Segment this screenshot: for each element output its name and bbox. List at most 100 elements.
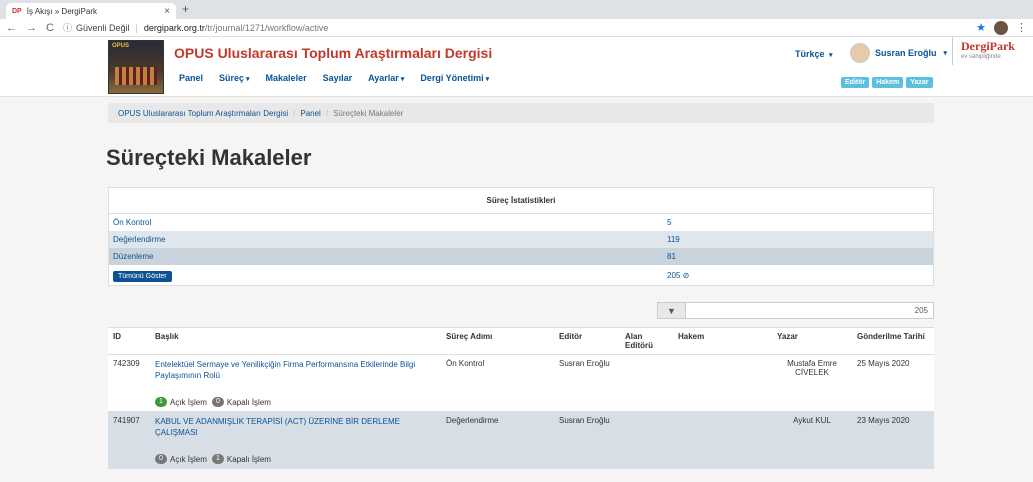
bookmark-star-icon[interactable]: ★ xyxy=(976,21,986,34)
browser-actions: ★ ⋮ xyxy=(976,20,1027,35)
closed-count-badge: 0 xyxy=(211,397,224,407)
role-author-button[interactable]: Yazar xyxy=(906,77,933,88)
closed-label: Kapalı İşlem xyxy=(226,397,271,407)
stats-row[interactable]: Değerlendirme 119 xyxy=(109,231,933,248)
nav-panel-label: Panel xyxy=(179,73,204,83)
main-nav: Panel Süreç ▾ Makaleler Sayılar Ayarlar ▾ … xyxy=(179,73,489,83)
column-header-editor[interactable]: Editör xyxy=(554,328,620,354)
stats-label: Değerlendirme xyxy=(113,235,166,244)
stats-row[interactable]: Ön Kontrol 5 xyxy=(109,214,933,231)
cell-date: 25 Mayıs 2020 xyxy=(857,359,910,368)
cell-id: 742309 xyxy=(113,359,140,368)
open-label: Açık İşlem xyxy=(170,454,207,464)
info-icon[interactable]: ⓘ xyxy=(63,21,72,34)
journal-title[interactable]: OPUS Uluslararası Toplum Araştırmaları D… xyxy=(174,45,492,61)
browser-menu-icon[interactable]: ⋮ xyxy=(1016,21,1027,34)
nav-articles-label: Makaleler xyxy=(265,73,307,83)
table-filter: ▼ 205 xyxy=(657,302,934,319)
dergipark-logo[interactable]: DergiPark ev sahipliğinde xyxy=(952,37,1033,65)
url-separator: | xyxy=(135,22,138,33)
page-title: Süreçteki Makaleler xyxy=(106,145,312,170)
cell-field-editor xyxy=(620,355,673,411)
language-dropdown[interactable]: Türkçe ▾ xyxy=(795,49,833,59)
chevron-down-icon: ▾ xyxy=(943,50,948,57)
journal-logo[interactable]: OPUS xyxy=(108,40,164,94)
column-header-reviewer[interactable]: Hakem xyxy=(673,328,772,354)
address-bar: ← → C ⓘ Güvenli Değil | dergipark.org.tr… xyxy=(0,19,1033,37)
chevron-down-icon: ▾ xyxy=(829,52,833,59)
nav-process[interactable]: Süreç ▾ xyxy=(219,73,250,83)
nav-settings-label: Ayarlar xyxy=(368,73,399,83)
cell-id: 741907 xyxy=(113,416,140,425)
nav-issues-label: Sayılar xyxy=(322,73,353,83)
cell-editor: Susran Eroğlu xyxy=(559,359,610,368)
nav-issues[interactable]: Sayılar xyxy=(323,73,353,83)
breadcrumb-panel[interactable]: Panel xyxy=(300,109,320,118)
nav-journal-management[interactable]: Dergi Yönetimi ▾ xyxy=(420,73,489,83)
cell-reviewer xyxy=(673,355,772,411)
table-row[interactable]: 741907 KABUL VE ADANMIŞLIK TERAPİSİ (ACT… xyxy=(108,412,934,469)
back-icon[interactable]: ← xyxy=(6,22,17,34)
open-count-badge: 0 xyxy=(155,454,167,464)
browser-tab-bar: DP İş Akışı » DergiPark × + xyxy=(0,0,1033,19)
role-reviewer-button[interactable]: Hakem xyxy=(872,77,904,88)
column-header-author[interactable]: Yazar xyxy=(772,328,852,354)
stats-label: Düzenleme xyxy=(113,252,154,261)
stats-total: 205 ⊘ xyxy=(665,271,689,280)
nav-articles[interactable]: Makaleler xyxy=(266,73,307,83)
stats-total-value: 205 xyxy=(667,270,681,280)
closed-count-badge: 1 xyxy=(211,454,224,464)
column-header-step[interactable]: Süreç Adımı xyxy=(441,328,554,354)
stats-label: Ön Kontrol xyxy=(113,218,152,227)
cell-reviewer xyxy=(673,412,772,468)
forward-icon[interactable]: → xyxy=(26,22,37,34)
table-row[interactable]: 742309 Entelektüel Sermaye ve Yenilikçiğ… xyxy=(108,355,934,412)
reload-icon[interactable]: C xyxy=(46,22,54,34)
url-field[interactable]: ⓘ Güvenli Değil | dergipark.org.tr /tr/j… xyxy=(63,21,328,34)
breadcrumb-journal[interactable]: OPUS Uluslararası Toplum Araştırmaları D… xyxy=(118,109,288,118)
show-all-button[interactable]: Tümünü Göster xyxy=(113,270,172,282)
chevron-down-icon: ▾ xyxy=(485,76,490,83)
tab-close-icon[interactable]: × xyxy=(164,6,170,17)
nav-settings[interactable]: Ayarlar ▾ xyxy=(368,73,404,83)
breadcrumb-current: Süreçteki Makaleler xyxy=(333,108,404,118)
filter-icon[interactable]: ▼ xyxy=(657,302,686,319)
stats-value: 119 xyxy=(667,235,680,244)
nav-panel[interactable]: Panel xyxy=(179,73,203,83)
browser-tab[interactable]: DP İş Akışı » DergiPark × xyxy=(6,3,176,19)
profile-avatar-icon[interactable] xyxy=(994,20,1008,35)
column-header-date[interactable]: Gönderilme Tarihi xyxy=(852,328,934,354)
chevron-down-icon: ▾ xyxy=(400,76,405,83)
article-title-link[interactable]: KABUL VE ADANMIŞLIK TERAPİSİ (ACT) ÜZERİ… xyxy=(155,416,436,438)
role-editor-button[interactable]: Editör xyxy=(841,77,870,88)
stats-value: 81 xyxy=(667,252,676,261)
column-header-title[interactable]: Başlık xyxy=(150,328,441,354)
language-label: Türkçe xyxy=(795,49,825,59)
breadcrumb-separator: / xyxy=(293,108,296,118)
nav-journal-management-label: Dergi Yönetimi xyxy=(420,73,484,83)
journal-logo-text: OPUS xyxy=(112,43,130,49)
article-title-link[interactable]: Entelektüel Sermaye ve Yenilikçiğin Firm… xyxy=(155,359,436,381)
stats-title: Süreç İstatistikleri xyxy=(109,188,933,214)
dergipark-favicon-icon: DP xyxy=(12,7,22,15)
breadcrumb: OPUS Uluslararası Toplum Araştırmaları D… xyxy=(108,103,934,123)
process-stats-panel: Süreç İstatistikleri Ön Kontrol 5 Değerl… xyxy=(108,187,934,286)
result-count: 205 xyxy=(914,306,928,315)
open-count-badge: 1 xyxy=(155,397,167,407)
articles-table: ID Başlık Süreç Adımı Editör Alan Editör… xyxy=(108,327,934,469)
operation-summary: 1 Açık İşlem 0 Kapalı İşlem xyxy=(155,397,436,407)
stats-row-total: Tümünü Göster 205 ⊘ xyxy=(109,265,933,285)
column-header-id[interactable]: ID xyxy=(108,328,150,354)
ban-icon: ⊘ xyxy=(682,270,690,280)
user-menu[interactable]: Susran Eroğlu ▾ xyxy=(850,43,947,63)
stats-row[interactable]: Düzenleme 81 xyxy=(109,248,933,265)
chevron-down-icon: ▾ xyxy=(246,76,250,83)
dergipark-tagline: ev sahipliğinde xyxy=(961,54,1001,60)
column-header-field-editor[interactable]: Alan Editörü xyxy=(620,328,673,354)
tab-title: İş Akışı » DergiPark xyxy=(26,6,97,16)
url-domain: dergipark.org.tr xyxy=(143,22,205,33)
filter-input[interactable]: 205 xyxy=(686,302,934,319)
cell-editor: Susran Eroğlu xyxy=(559,416,610,425)
stats-action-cell: Tümünü Göster xyxy=(109,270,665,282)
new-tab-button[interactable]: + xyxy=(182,2,189,16)
